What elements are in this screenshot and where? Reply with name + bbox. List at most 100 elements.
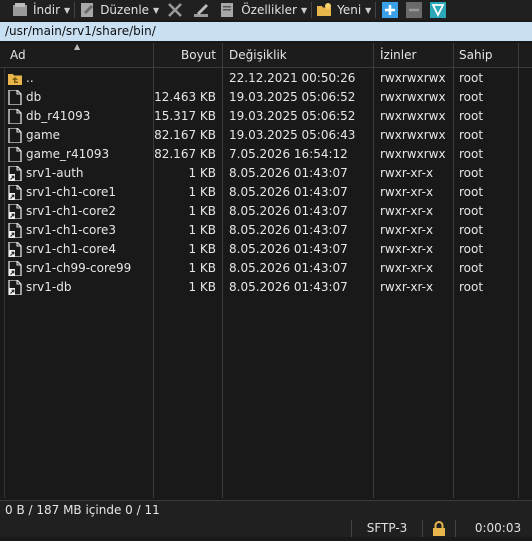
file-permissions: rwxrwxrwx <box>380 90 446 104</box>
edit-icon <box>81 3 94 17</box>
file-modified: 19.03.2025 05:06:52 <box>229 90 356 104</box>
file-owner: root <box>459 128 484 142</box>
new-label: Yeni <box>337 3 362 17</box>
elapsed-time: 0:00:03 <box>474 521 522 535</box>
column-size[interactable]: Boyut <box>160 43 216 68</box>
edit-button[interactable]: Düzenle ▼ <box>79 0 159 20</box>
column-name[interactable]: Ad <box>10 43 26 68</box>
file-name: srv1-ch1-core2 <box>26 204 117 218</box>
parent-folder-icon <box>8 71 22 86</box>
file-modified: 22.12.2021 00:50:26 <box>229 71 356 85</box>
shortcut-file-icon <box>8 203 22 220</box>
file-row[interactable]: db 12.463 KB 19.03.2025 05:06:52 rwxrwxrwx r… <box>0 88 532 107</box>
edit-label: Düzenle <box>100 3 150 17</box>
edit-dropdown-icon[interactable]: ▼ <box>153 6 159 15</box>
file-owner: root <box>459 109 484 123</box>
file-permissions: rwxrwxrwx <box>380 128 446 142</box>
file-owner: root <box>459 90 484 104</box>
status-bar: 0 B / 187 MB içinde 0 / 11 <box>0 500 532 520</box>
filter-button[interactable] <box>430 0 447 20</box>
toolbar-separator <box>375 2 377 18</box>
file-permissions: rwxrwxrwx <box>380 109 446 123</box>
add-button[interactable] <box>382 0 399 20</box>
shortcut-file-icon <box>8 241 22 258</box>
file-owner: root <box>459 147 484 161</box>
file-row[interactable]: .. 22.12.2021 00:50:26 rwxrwxrwx root <box>0 69 532 88</box>
path-field[interactable]: /usr/main/srv1/share/bin/ <box>0 22 532 41</box>
file-row[interactable]: srv1-ch1-core2 1 KB 8.05.2026 01:43:07 rwxr… <box>0 202 532 221</box>
delete-icon <box>168 3 183 17</box>
file-permissions: rwxrwxrwx <box>380 71 446 85</box>
file-modified: 8.05.2026 01:43:07 <box>229 166 348 180</box>
file-size: 1 KB <box>188 280 216 294</box>
file-size: 1 KB <box>188 166 216 180</box>
lock-indicator[interactable] <box>423 520 455 537</box>
shortcut-file-icon <box>8 165 22 182</box>
file-row[interactable]: db_r41093 15.317 KB 19.03.2025 05:06:52 rwx… <box>0 107 532 126</box>
filter-icon <box>430 2 447 18</box>
new-folder-icon <box>317 3 332 16</box>
file-size: 1 KB <box>188 185 216 199</box>
file-row[interactable]: srv1-auth 1 KB 8.05.2026 01:43:07 rwxr-xr-x… <box>0 164 532 183</box>
minus-icon <box>406 2 423 18</box>
download-button[interactable]: İndir ▼ <box>12 0 70 20</box>
properties-dropdown-icon[interactable]: ▼ <box>301 6 307 15</box>
rename-button[interactable] <box>193 0 209 20</box>
file-row[interactable]: srv1-ch1-core1 1 KB 8.05.2026 01:43:07 rwxr… <box>0 183 532 202</box>
file-size: 1 KB <box>188 204 216 218</box>
file-owner: root <box>459 242 484 256</box>
file-modified: 8.05.2026 01:43:07 <box>229 223 348 237</box>
remove-button[interactable] <box>406 0 423 20</box>
file-icon <box>8 146 22 163</box>
file-icon <box>8 127 22 144</box>
file-row[interactable]: srv1-db 1 KB 8.05.2026 01:43:07 rwxr-xr-x ro… <box>0 278 532 297</box>
add-icon <box>382 2 399 18</box>
column-permissions[interactable]: İzinler <box>380 43 416 68</box>
file-name: srv1-ch1-core4 <box>26 242 117 256</box>
file-owner: root <box>459 71 484 85</box>
file-permissions: rwxr-xr-x <box>380 185 434 199</box>
file-row[interactable]: srv1-ch1-core3 1 KB 8.05.2026 01:43:07 rwxr… <box>0 221 532 240</box>
file-modified: 8.05.2026 01:43:07 <box>229 204 348 218</box>
file-name: srv1-db <box>26 280 72 294</box>
new-dropdown-icon[interactable]: ▼ <box>365 6 371 15</box>
file-owner: root <box>459 261 484 275</box>
file-size: 12.463 KB <box>154 90 216 104</box>
file-owner: root <box>459 185 484 199</box>
properties-button[interactable]: Özellikler ▼ <box>219 0 307 20</box>
file-row[interactable]: srv1-ch99-core99 1 KB 8.05.2026 01:43:07 rw… <box>0 259 532 278</box>
toolbar-separator <box>311 2 313 18</box>
properties-icon <box>221 3 234 17</box>
file-modified: 7.05.2026 16:54:12 <box>229 147 348 161</box>
shortcut-file-icon <box>8 279 22 296</box>
file-name: game_r41093 <box>26 147 110 161</box>
file-name: srv1-ch1-core1 <box>26 185 117 199</box>
toolbar-separator <box>74 2 76 18</box>
column-modified[interactable]: Değişiklik <box>229 43 287 68</box>
file-owner: root <box>459 204 484 218</box>
file-size: 1 KB <box>188 242 216 256</box>
file-modified: 8.05.2026 01:43:07 <box>229 261 348 275</box>
file-permissions: rwxrwxrwx <box>380 147 446 161</box>
file-name: .. <box>26 71 34 85</box>
file-row[interactable]: srv1-ch1-core4 1 KB 8.05.2026 01:43:07 rwxr… <box>0 240 532 259</box>
file-row[interactable]: game_r41093 82.167 KB 7.05.2026 16:54:12 rw… <box>0 145 532 164</box>
protocol-label: SFTP-3 <box>366 521 408 535</box>
column-owner[interactable]: Sahip <box>459 43 493 68</box>
new-button[interactable]: Yeni ▼ <box>316 0 371 20</box>
delete-button[interactable] <box>167 0 183 20</box>
shortcut-file-icon <box>8 222 22 239</box>
file-row[interactable]: game 82.167 KB 19.03.2025 05:06:43 rwxrwxrw… <box>0 126 532 145</box>
file-modified: 8.05.2026 01:43:07 <box>229 242 348 256</box>
file-name: db_r41093 <box>26 109 91 123</box>
file-name: db <box>26 90 42 104</box>
selection-summary: 0 B / 187 MB içinde 0 / 11 <box>5 503 160 517</box>
lock-icon <box>433 521 445 536</box>
download-dropdown-icon[interactable]: ▼ <box>64 6 70 15</box>
status-divider <box>455 520 456 537</box>
file-size: 1 KB <box>188 261 216 275</box>
file-modified: 8.05.2026 01:43:07 <box>229 185 348 199</box>
file-name: srv1-auth <box>26 166 84 180</box>
file-owner: root <box>459 223 484 237</box>
file-modified: 19.03.2025 05:06:43 <box>229 128 356 142</box>
